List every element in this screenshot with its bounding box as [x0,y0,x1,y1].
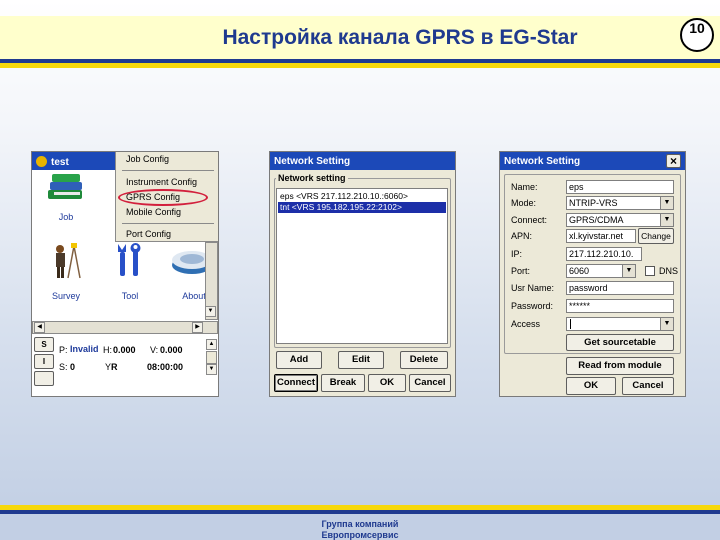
name-label: Name: [511,182,538,192]
mode-select[interactable]: NTRIP-VRS ▼ [566,196,674,210]
status-scroll-track[interactable] [206,351,217,364]
footer-line-1: Группа компаний [321,519,399,529]
access-select[interactable]: ▼ [566,317,674,331]
ip-label: IP: [511,249,523,259]
connect-select[interactable]: GPRS/CDMA ▼ [566,213,674,227]
status-scroll-down-icon[interactable]: ▼ [206,364,217,375]
main-menu-window: test Job Survey Tool About Job Config In… [31,151,219,397]
delete-button[interactable]: Delete [400,351,448,369]
scroll-right-icon[interactable]: ▶ [192,322,203,333]
menu-divider [122,223,214,224]
app-logo-icon [36,156,47,167]
tools-icon [118,243,141,276]
name-field[interactable]: eps [566,180,674,194]
status-v-value: 0.000 [160,345,183,355]
dns-checkbox[interactable] [645,266,655,276]
port-label: Port: [511,266,531,276]
status-v-label: V: [150,345,159,355]
slide-title: Настройка канала GPRS в EG-Star [222,26,578,49]
connect-value: GPRS/CDMA [569,215,624,225]
apn-field[interactable]: xl.kyivstar.net [566,229,636,243]
get-sourcetable-button[interactable]: Get sourcetable [566,334,674,351]
usr-name-label: Usr Name: [511,283,555,293]
window-title: test [51,157,69,168]
icon-label-job[interactable]: Job [46,212,86,222]
connect-button[interactable]: Connect [274,374,318,392]
status-h-value: 0.000 [113,345,136,355]
surveyor-icon [56,243,81,279]
window-titlebar: Network Setting [270,152,455,170]
status-panel: S I P: Invalid H: 0.000 V: 0.000 S: 0 Y … [32,335,218,396]
menu-item-job-config[interactable]: Job Config [126,154,169,164]
network-listbox[interactable]: eps <VRS 217.112.210.10.:6060> tnt <VRS … [276,188,448,344]
network-list-window: Network Setting Network setting eps <VRS… [269,151,456,397]
group-label: Network setting [276,173,348,183]
status-tab-s[interactable]: S [34,337,54,352]
close-icon[interactable]: × [666,154,681,168]
network-edit-window: Network Setting × Name: eps Mode: NTRIP-… [499,151,686,397]
chevron-down-icon[interactable]: ▼ [622,265,635,277]
status-scroll-up-icon[interactable]: ▲ [206,339,217,350]
list-item[interactable]: eps <VRS 217.112.210.10.:6060> [278,191,446,202]
books-icon [48,174,82,199]
gprs-highlight-ellipse [118,189,208,206]
status-s-label: S: [59,362,68,372]
break-button[interactable]: Break [321,374,365,392]
status-p-value: Invalid [70,344,99,354]
status-r-label: R [111,362,118,372]
horizontal-scrollbar[interactable] [32,321,218,334]
chevron-down-icon[interactable]: ▼ [660,197,673,209]
connect-label: Connect: [511,215,548,225]
cancel-button[interactable]: Cancel [622,377,674,395]
chevron-down-icon[interactable]: ▼ [660,318,673,330]
header-divider-yellow [0,63,720,68]
read-from-module-button[interactable]: Read from module [566,357,674,375]
status-s-value: 0 [70,362,76,372]
footer-line-2: Европромсервис [321,530,399,540]
add-button[interactable]: Add [276,351,322,369]
icon-label-tool[interactable]: Tool [110,291,150,301]
usr-name-field[interactable]: password [566,281,674,295]
status-tab-blank[interactable] [34,371,54,386]
text-cursor [570,319,571,329]
ip-field[interactable]: 217.112.210.10. [566,247,642,261]
menu-divider [122,170,214,171]
apn-label: APN: [511,231,533,241]
window-titlebar: Network Setting [500,152,685,170]
change-button[interactable]: Change [638,228,674,244]
status-h-label: H: [103,345,112,355]
dns-label: DNS [659,266,679,276]
status-time: 08:00:00 [147,362,184,372]
ok-button[interactable]: OK [566,377,616,395]
access-label: Access [511,319,541,329]
footer-company: Группа компаний Европромсервис [260,519,460,540]
chevron-down-icon[interactable]: ▼ [660,214,673,226]
status-p-label: P: [59,345,68,355]
scroll-left-icon[interactable]: ◀ [34,322,45,333]
slide-number: 10 [680,18,714,52]
menu-item-instrument-config[interactable]: Instrument Config [126,177,197,187]
list-item-selected[interactable]: tnt <VRS 195.182.195.22:2102> [278,202,446,213]
ok-button[interactable]: OK [368,374,406,392]
mode-value: NTRIP-VRS [569,198,618,208]
mode-label: Mode: [511,198,537,208]
menu-item-port-config[interactable]: Port Config [126,229,171,239]
cancel-button[interactable]: Cancel [409,374,451,392]
icon-label-survey[interactable]: Survey [46,291,86,301]
password-label: Password: [511,301,554,311]
password-field[interactable]: ****** [566,299,674,313]
scroll-down-icon[interactable]: ▼ [205,306,216,317]
menu-item-mobile-config[interactable]: Mobile Config [126,207,181,217]
port-value: 6060 [569,266,590,276]
status-tab-i[interactable]: I [34,354,54,369]
footer-divider-blue [0,510,720,514]
port-select[interactable]: 6060 ▼ [566,264,636,278]
edit-button[interactable]: Edit [338,351,384,369]
